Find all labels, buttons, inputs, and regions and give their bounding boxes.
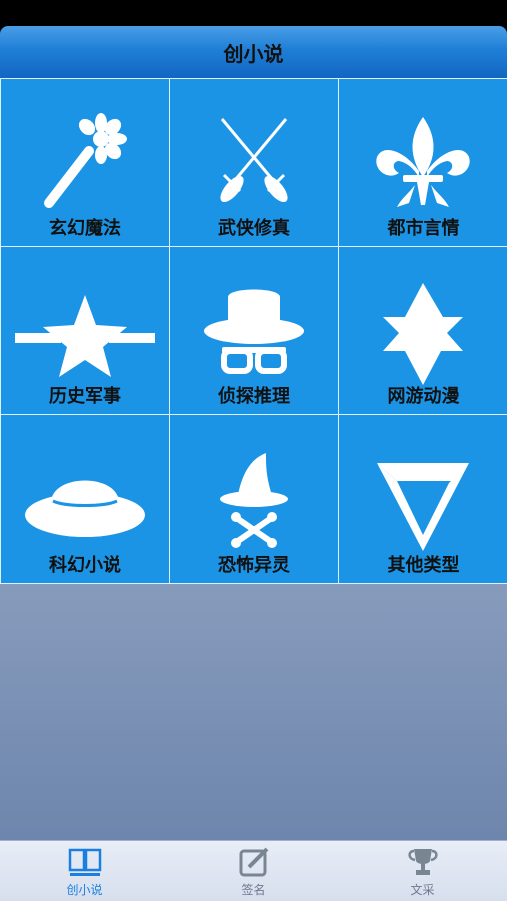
category-qita[interactable]: 其他类型 xyxy=(339,415,507,583)
category-label: 侦探推理 xyxy=(218,386,290,407)
category-label: 历史军事 xyxy=(49,386,121,407)
category-grid: 玄幻魔法 武侠修真 都市言情 历史军事 侦探推理 网游动漫 科幻小说 恐怖异灵 … xyxy=(0,78,507,584)
category-wangyou[interactable]: 网游动漫 xyxy=(339,247,507,414)
edit-icon xyxy=(239,847,268,877)
category-label: 武侠修真 xyxy=(218,218,290,239)
tab-label: 签名 xyxy=(241,883,266,897)
tab-literary[interactable]: 文采 xyxy=(338,841,507,901)
status-bar xyxy=(0,0,507,26)
category-zhentan[interactable]: 侦探推理 xyxy=(170,247,338,414)
tab-bar: 创小说 签名 文采 xyxy=(0,840,507,901)
category-dushi[interactable]: 都市言情 xyxy=(339,79,507,246)
nav-bar: 创小说 xyxy=(0,26,507,79)
category-lishi[interactable]: 历史军事 xyxy=(1,247,169,414)
book-icon xyxy=(68,848,101,876)
category-label: 都市言情 xyxy=(387,218,460,239)
tab-create-novel[interactable]: 创小说 xyxy=(0,841,169,901)
page-title: 创小说 xyxy=(223,41,284,66)
main-content: 玄幻魔法 武侠修真 都市言情 历史军事 侦探推理 网游动漫 科幻小说 恐怖异灵 … xyxy=(0,78,507,840)
category-label: 网游动漫 xyxy=(387,386,460,407)
tab-label: 文采 xyxy=(410,883,435,897)
tab-signature[interactable]: 签名 xyxy=(169,841,338,901)
trophy-icon xyxy=(407,849,438,875)
tab-label: 创小说 xyxy=(66,883,103,897)
category-kehuan[interactable]: 科幻小说 xyxy=(1,415,169,583)
category-label: 恐怖异灵 xyxy=(218,555,290,576)
category-wuxia[interactable]: 武侠修真 xyxy=(170,79,338,246)
category-label: 其他类型 xyxy=(387,555,460,576)
category-xuanhuan[interactable]: 玄幻魔法 xyxy=(1,79,169,246)
category-label: 科幻小说 xyxy=(49,555,121,576)
category-label: 玄幻魔法 xyxy=(49,218,121,239)
category-kongbu[interactable]: 恐怖异灵 xyxy=(170,415,338,583)
